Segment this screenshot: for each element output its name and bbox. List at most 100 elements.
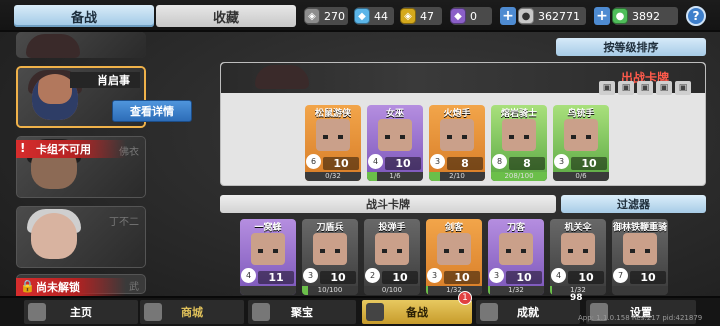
add-coins-button[interactable]: +	[500, 7, 516, 25]
sort-by-level-button[interactable]: 按等级排序	[556, 38, 706, 56]
progress-text: 0/6	[575, 172, 587, 180]
gold-badge-icon: ◈	[400, 8, 416, 24]
game-screen: 备战 收藏 ◈ 270 ◆ 44 ◈ 47 ◆ 0 + ● 362771 + ●…	[0, 0, 720, 326]
unit-name: 刀客	[506, 223, 525, 233]
unit-cost: 3	[427, 268, 442, 283]
unit-name: 刀盾兵	[316, 223, 344, 233]
unit-card[interactable]: 刀盾兵 3 10 10/100	[302, 219, 358, 295]
shop-icon	[144, 303, 162, 321]
unit-card[interactable]: 投弹手 2 10 0/100	[364, 219, 420, 295]
home-icon	[28, 303, 46, 321]
treasure-icon	[252, 303, 270, 321]
progress-fill	[488, 286, 490, 295]
unit-card[interactable]: 鸟铳手 3 10 0/6	[553, 105, 609, 181]
view-details-button[interactable]: 查看详情	[112, 100, 192, 122]
unit-name: 松鼠游侠	[314, 109, 351, 119]
unit-level: 10	[630, 271, 666, 284]
top-bar: 备战 收藏 ◈ 270 ◆ 44 ◈ 47 ◆ 0 + ● 362771 + ●…	[0, 0, 720, 32]
green-gem-icon: ●	[612, 8, 628, 24]
tab-collection[interactable]: 收藏	[156, 5, 296, 27]
deck-tool-icon-4[interactable]: ▣	[656, 81, 672, 95]
silver-coin-icon: ◈	[304, 8, 320, 24]
unit-progress: 1/32	[488, 286, 544, 295]
unit-progress	[612, 286, 668, 295]
unit-eyes	[320, 249, 340, 253]
hero-card-top[interactable]	[16, 32, 146, 58]
unit-cost: 3	[303, 268, 318, 283]
nav-treasure[interactable]: 聚宝	[248, 300, 356, 324]
unit-cost: 3	[489, 268, 504, 283]
unit-eyes	[506, 249, 526, 253]
coin-icon: ●	[518, 8, 534, 24]
hero-card-4[interactable]: 丁不二	[16, 206, 146, 268]
unit-level: 10	[444, 271, 480, 284]
hero-banner-portrait	[245, 63, 345, 93]
nav-home[interactable]: 主页	[24, 300, 138, 324]
unit-card[interactable]: 火炮手 3 8 2/10	[429, 105, 485, 181]
unit-name: 机关伞	[564, 223, 592, 233]
unit-card[interactable]: 剑客 3 10 1/32	[426, 219, 482, 295]
unit-level: 10	[571, 157, 607, 170]
progress-fill	[367, 172, 377, 181]
unit-progress: 0/32	[305, 172, 361, 181]
unit-eyes	[568, 249, 588, 253]
resource-silver: ◈ 270	[304, 7, 348, 25]
unit-eyes	[382, 249, 402, 253]
hero-list[interactable]: 肖启事 查看详情 佛衣 ! 卡组不可用 丁不二 武 🔒 尚未解锁	[0, 32, 192, 296]
deck-unusable-warning: ! 卡组不可用	[16, 140, 126, 158]
tab-prepare[interactable]: 备战	[14, 5, 154, 27]
progress-fill	[429, 172, 441, 181]
purple-gem-icon: ◆	[450, 8, 466, 24]
unit-level: 10	[568, 271, 604, 284]
progress-fill	[426, 286, 428, 295]
unit-card[interactable]: 机关伞 4 10 1/32	[550, 219, 606, 295]
add-gems-button[interactable]: +	[594, 7, 610, 25]
version-text: App: 1.1.0.158 Res:217 pid:421879	[578, 314, 703, 322]
unit-progress: 2/10	[429, 172, 485, 181]
resource-crystal: ◆ 44	[354, 7, 394, 25]
unit-cost: 4	[241, 268, 256, 283]
unit-eyes	[571, 135, 591, 139]
resource-green-gem: ● 3892	[612, 7, 678, 25]
progress-text: 1/32	[508, 286, 524, 294]
nav-shop[interactable]: 商城	[140, 300, 244, 324]
deck-tool-icon-3[interactable]: ▣	[637, 81, 653, 95]
unit-card[interactable]: 松鼠游侠 6 10 0/32	[305, 105, 361, 181]
unit-eyes	[447, 135, 467, 139]
unit-progress: 208/100	[491, 172, 547, 181]
progress-text: 2/10	[449, 172, 465, 180]
unit-card[interactable]: 御林铁鞭重骑兵710	[612, 219, 668, 295]
lock-icon: 🔒	[20, 279, 35, 293]
unit-name: 投弹手	[378, 223, 406, 233]
deck-tool-icon-1[interactable]: ▣	[599, 81, 615, 95]
unit-card[interactable]: 熔岩骑士 8 8 208/100	[491, 105, 547, 181]
nav-prepare[interactable]: 备战	[362, 300, 472, 324]
unit-card[interactable]: 女巫 4 10 1/6	[367, 105, 423, 181]
unit-level: 11	[258, 271, 294, 284]
unit-cost: 6	[306, 154, 321, 169]
deck-tool-icon-2[interactable]: ▣	[618, 81, 634, 95]
fight-cards-header: 战斗卡牌	[220, 195, 556, 213]
achievement-icon	[480, 303, 498, 321]
unit-cost: 2	[365, 268, 380, 283]
unit-eyes	[444, 249, 464, 253]
nav-achievement[interactable]: 成就	[476, 300, 580, 324]
unit-card[interactable]: 刀客 3 10 1/32	[488, 219, 544, 295]
filter-button[interactable]: 过滤器	[561, 195, 706, 213]
deck-tool-icon-5[interactable]: ▣	[675, 81, 691, 95]
unit-eyes	[258, 249, 278, 253]
unit-progress: 10/100	[302, 286, 358, 295]
unit-name: 一窝蜂	[254, 223, 282, 233]
unit-name: 鸟铳手	[567, 109, 595, 119]
progress-text: 10/100	[317, 286, 343, 294]
unit-cost: 3	[430, 154, 445, 169]
unit-progress: 1/32	[426, 286, 482, 295]
progress-text: 0/100	[381, 286, 403, 294]
help-button[interactable]: ?	[686, 6, 706, 26]
progress-text: 208/100	[504, 172, 534, 180]
unit-progress: 0/100	[364, 286, 420, 295]
unit-card[interactable]: 一窝蜂 4 11	[240, 219, 296, 295]
hero-portrait	[16, 32, 146, 58]
unit-level: 8	[447, 157, 483, 170]
progress-fill	[302, 286, 308, 295]
